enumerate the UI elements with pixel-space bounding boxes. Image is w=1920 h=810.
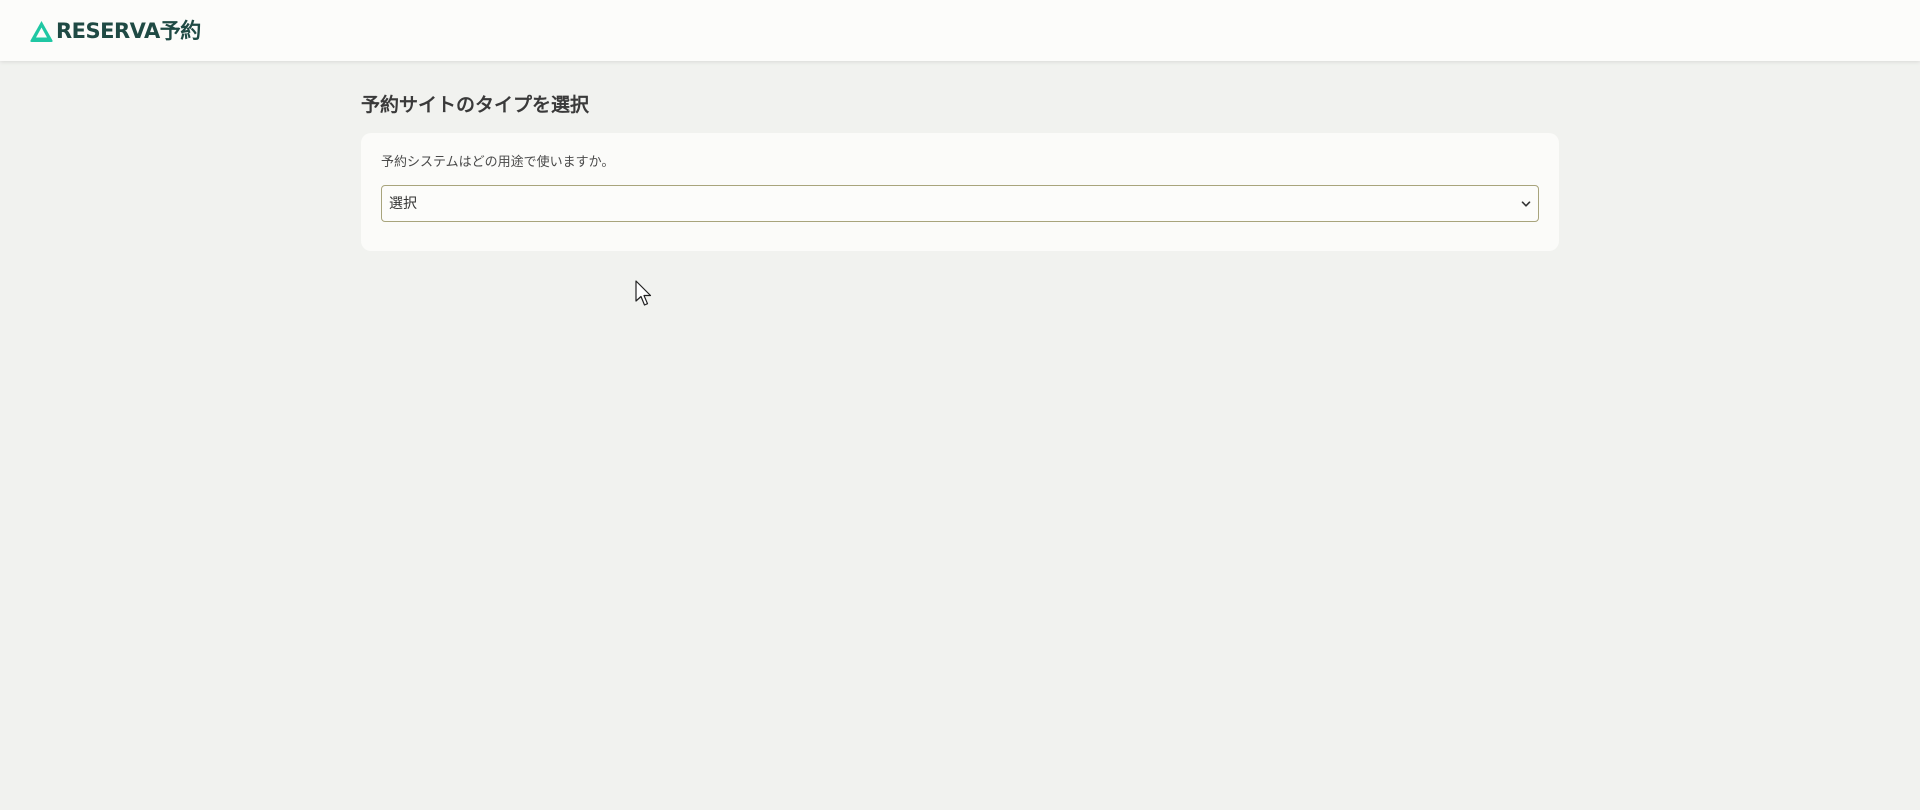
- chevron-down-icon: [1521, 201, 1531, 207]
- mouse-cursor-icon: [635, 280, 652, 306]
- usage-question-label: 予約システムはどの用途で使いますか。: [381, 155, 615, 170]
- header-bar: RESERVA予約: [0, 0, 1920, 61]
- usage-select[interactable]: 選択: [381, 185, 1539, 222]
- logo-text: RESERVA予約: [56, 19, 201, 43]
- site-type-card: 予約システムはどの用途で使いますか。 選択: [361, 133, 1559, 251]
- reserva-logo-icon: [30, 20, 53, 42]
- usage-select-value: 選択: [389, 196, 417, 212]
- page-title: 予約サイトのタイプを選択: [361, 94, 590, 116]
- logo[interactable]: RESERVA予約: [29, 17, 201, 45]
